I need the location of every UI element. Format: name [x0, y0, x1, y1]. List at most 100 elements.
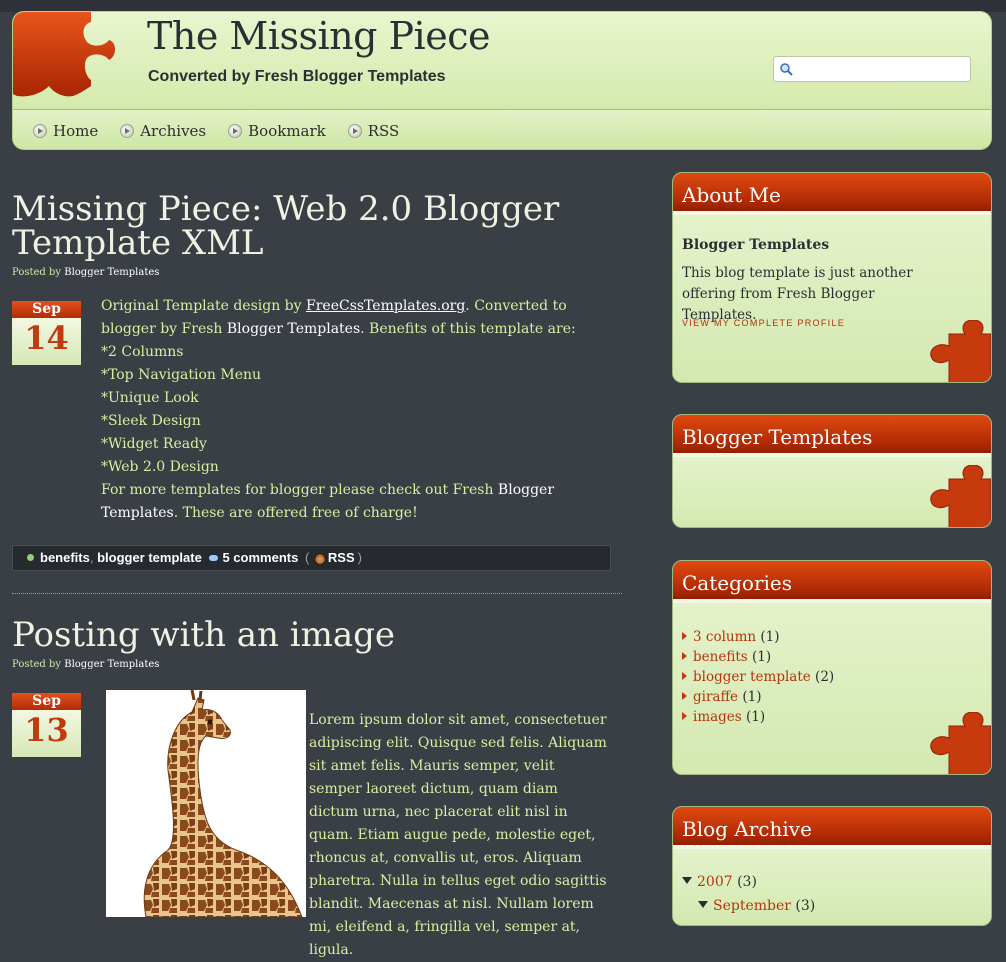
post-author-line: Posted by Blogger Templates — [12, 659, 159, 670]
paren-close: ) — [357, 550, 362, 565]
category-count: (1) — [760, 629, 780, 645]
nav-bullet-icon — [228, 124, 243, 138]
arrow-icon — [682, 712, 687, 720]
nav-item-archives[interactable]: Archives — [120, 120, 206, 142]
post-title[interactable]: Missing Piece: Web 2.0 Blogger Template … — [12, 192, 572, 260]
expand-toggle-icon[interactable] — [698, 901, 708, 908]
date-day: 14 — [12, 318, 81, 365]
giraffe-image — [106, 690, 306, 917]
category-link[interactable]: blogger template — [693, 669, 811, 685]
widget-title: Blogger Templates — [673, 415, 991, 457]
profile-name[interactable]: Blogger Templates — [682, 237, 829, 253]
intro-text: Original Template design by — [101, 298, 306, 314]
nav-label: RSS — [367, 122, 400, 140]
nav-bullet-icon — [347, 124, 362, 138]
archive-year-link[interactable]: 2007 — [697, 874, 733, 890]
site-header: The Missing Piece Converted by Fresh Blo… — [12, 11, 992, 150]
archive-month-link[interactable]: September — [713, 898, 791, 914]
nav-label: Home — [53, 122, 99, 140]
category-count: (2) — [815, 669, 835, 685]
nav-label: Bookmark — [248, 122, 326, 140]
site-description: Converted by Fresh Blogger Templates — [148, 68, 446, 85]
label-link-blogger-template[interactable]: blogger template — [97, 550, 202, 565]
widget-blog-archive: Blog Archive 2007 (3) September (3) — [672, 806, 992, 926]
nav-item-bookmark[interactable]: Bookmark — [228, 120, 326, 142]
view-profile-link[interactable]: VIEW MY COMPLETE PROFILE — [682, 318, 845, 328]
category-link[interactable]: giraffe — [693, 689, 738, 705]
feature-item: *Top Navigation Menu — [101, 367, 262, 383]
widget-title: Categories — [673, 561, 991, 603]
freecsstemplates-link[interactable]: FreeCssTemplates.org — [306, 298, 465, 314]
widget-title: About Me — [673, 173, 991, 215]
post-author[interactable]: Blogger Templates — [64, 267, 159, 278]
widget-body: 3 column (1) benefits (1) blogger templa… — [673, 603, 991, 774]
category-item: 3 column (1) — [682, 627, 834, 647]
archive-year-count: (3) — [737, 874, 757, 890]
puzzle-piece-icon — [930, 320, 991, 382]
post-author[interactable]: Blogger Templates — [64, 659, 159, 670]
rss-link[interactable]: RSS — [328, 550, 355, 565]
category-link[interactable]: 3 column — [693, 629, 756, 645]
post-title[interactable]: Posting with an image — [12, 618, 572, 652]
search-icon — [780, 63, 793, 76]
giraffe-illustration — [143, 690, 303, 917]
post-separator — [12, 593, 622, 594]
paren-open: ( — [304, 550, 310, 565]
category-count: (1) — [751, 649, 772, 665]
date-month: Sep — [12, 301, 81, 318]
rss-icon: ◉ — [315, 553, 325, 565]
feature-item: *Widget Ready — [101, 436, 207, 452]
comments-link[interactable]: 5 comments — [222, 550, 298, 565]
expand-toggle-icon[interactable] — [682, 877, 692, 884]
outro-text: . These are offered free of charge! — [173, 505, 418, 521]
archive-month[interactable]: September (3) — [698, 895, 815, 917]
profile-text: This blog template is just another offer… — [682, 265, 913, 323]
nav-bullet-icon — [120, 124, 135, 138]
post-date-badge: Sep 14 — [12, 301, 81, 365]
date-month: Sep — [12, 693, 81, 710]
main-nav: Home Archives Bookmark RSS — [33, 120, 421, 142]
nav-item-rss[interactable]: RSS — [347, 120, 400, 142]
search-input[interactable] — [796, 59, 970, 81]
arrow-icon — [682, 652, 687, 660]
widget-title: Blog Archive — [673, 807, 991, 849]
category-item: images (1) — [682, 707, 834, 727]
post-date-badge: Sep 13 — [12, 693, 81, 757]
search-box[interactable] — [773, 56, 971, 82]
feature-item: *Unique Look — [101, 390, 199, 406]
category-item: giraffe (1) — [682, 687, 834, 707]
category-item: blogger template (2) — [682, 667, 834, 687]
archive-month-count: (3) — [795, 898, 816, 914]
label-link-benefits[interactable]: benefits — [40, 550, 90, 565]
post-outro: For more templates for blogger please ch… — [101, 479, 611, 525]
site-title[interactable]: The Missing Piece — [147, 14, 490, 58]
feature-item: *Sleek Design — [101, 413, 201, 429]
category-link[interactable]: benefits — [693, 649, 748, 665]
puzzle-piece-icon — [930, 712, 991, 774]
posted-by-label: Posted by — [12, 659, 62, 670]
nav-label: Archives — [140, 122, 207, 140]
intro-text: . Benefits of this template are: — [360, 321, 576, 337]
outro-text: For more templates for blogger please ch… — [101, 482, 498, 498]
puzzle-piece-icon — [930, 465, 991, 527]
arrow-icon — [682, 692, 687, 700]
post-body: Lorem ipsum dolor sit amet, consectetuer… — [309, 712, 607, 958]
label-icon — [27, 554, 34, 561]
category-count: (1) — [746, 709, 766, 725]
archive-year[interactable]: 2007 (3) — [682, 871, 757, 893]
widget-blogger-templates: Blogger Templates — [672, 414, 992, 528]
posted-by-label: Posted by — [12, 267, 62, 278]
category-link[interactable]: images — [693, 709, 742, 725]
nav-item-home[interactable]: Home — [33, 120, 98, 142]
post-body: Original Template design by FreeCssTempl… — [101, 295, 611, 525]
nav-bullet-icon — [33, 124, 47, 138]
post-footer: benefits, blogger template 5 comments ( ◉… — [12, 545, 611, 571]
post-intro: Original Template design by FreeCssTempl… — [101, 295, 611, 341]
widget-body — [673, 457, 991, 527]
blogger-templates-link[interactable]: Blogger Templates — [227, 321, 360, 337]
comment-icon — [209, 555, 219, 561]
arrow-icon — [682, 672, 687, 680]
feature-item: *Web 2.0 Design — [101, 459, 219, 475]
label-separator: , — [89, 550, 98, 565]
post-author-line: Posted by Blogger Templates — [12, 267, 159, 278]
